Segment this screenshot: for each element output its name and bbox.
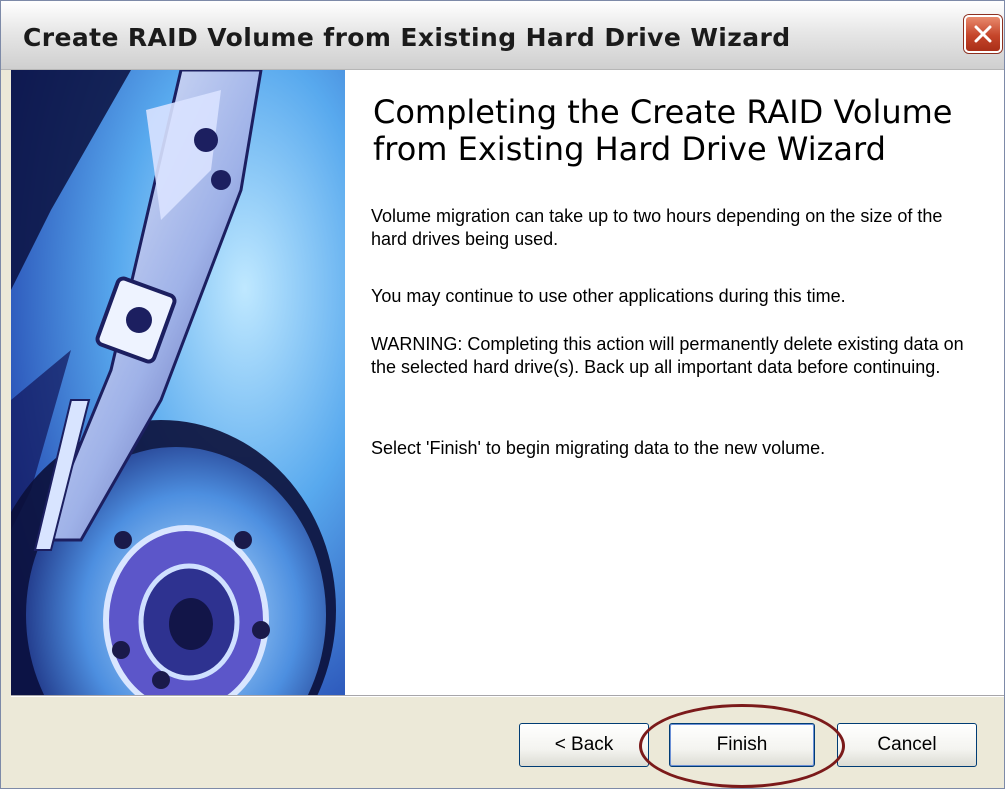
wizard-window: Create RAID Volume from Existing Hard Dr… [0, 0, 1005, 789]
close-icon [974, 25, 992, 43]
paragraph-continue-use: You may continue to use other applicatio… [371, 286, 846, 306]
paragraph-migration-time: Volume migration can take up to two hour… [371, 206, 943, 249]
button-separator [11, 695, 1004, 697]
back-button[interactable]: < Back [519, 723, 649, 767]
paragraph-finish-instruction: Select 'Finish' to begin migrating data … [371, 438, 826, 458]
window-title: Create RAID Volume from Existing Hard Dr… [23, 23, 791, 52]
cancel-button[interactable]: Cancel [837, 723, 977, 767]
hard-drive-image [11, 70, 345, 695]
wizard-heading: Completing the Create RAID Volume from E… [373, 93, 953, 168]
title-bar[interactable]: Create RAID Volume from Existing Hard Dr… [1, 1, 1004, 70]
finish-button[interactable]: Finish [669, 723, 815, 767]
wizard-content: Completing the Create RAID Volume from E… [11, 70, 1004, 695]
close-button[interactable] [964, 15, 1002, 53]
paragraph-warning: WARNING: Completing this action will per… [371, 334, 964, 377]
